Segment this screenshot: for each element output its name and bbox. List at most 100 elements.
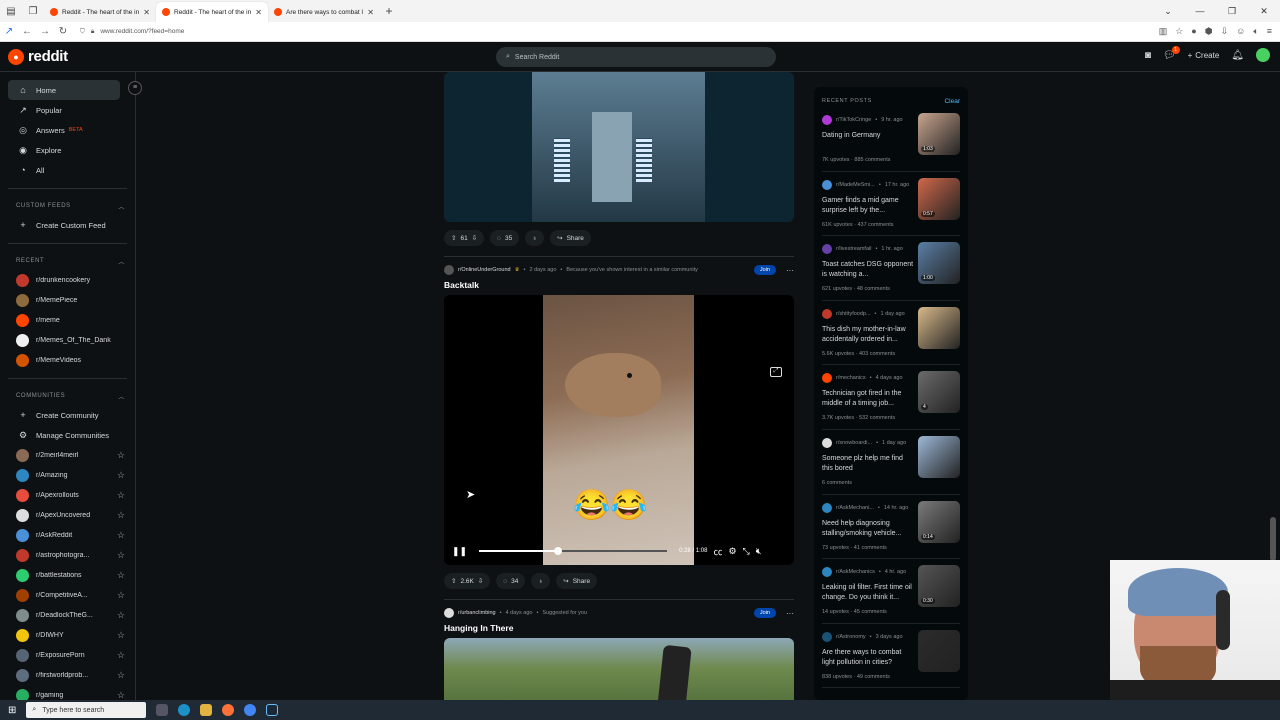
custom-feeds-header[interactable]: CUSTOM FEEDS ︿: [8, 197, 127, 215]
close-tab-icon[interactable]: ✕: [255, 8, 262, 17]
reddit-logo[interactable]: ● reddit: [8, 48, 68, 65]
upvote-icon[interactable]: ⇧: [451, 577, 456, 585]
favorite-star-icon[interactable]: ☆: [117, 650, 127, 661]
recent-post-thumbnail[interactable]: 0:14: [918, 500, 960, 543]
sidebar-item-answers[interactable]: ◎ Answers BETA: [8, 120, 127, 140]
community-item[interactable]: r/gaming ☆: [8, 685, 127, 700]
share-button[interactable]: ↪ Share: [550, 230, 591, 246]
reader-view-icon[interactable]: ▥: [1159, 26, 1168, 37]
share-button[interactable]: ↪ Share: [556, 573, 598, 589]
create-community-button[interactable]: + Create Community: [8, 405, 127, 425]
recent-post-thumbnail[interactable]: [918, 435, 960, 478]
favorite-star-icon[interactable]: ☆: [117, 530, 127, 541]
sidebar-toggle-icon[interactable]: ▤: [0, 0, 22, 22]
restore-button[interactable]: ❐: [1216, 6, 1248, 17]
recent-subreddit-item[interactable]: r/MemePiece: [8, 290, 127, 310]
recent-post-item[interactable]: r/snowboardi... • 1 day ago Someone plz hel…: [822, 430, 960, 495]
browser-tab[interactable]: Reddit - The heart of the intern✕: [44, 2, 156, 22]
sidebar-item-explore[interactable]: ◉ Explore: [8, 140, 127, 160]
fullscreen-icon[interactable]: ⤡: [743, 546, 750, 557]
extensions-icon[interactable]: ⬢: [1205, 26, 1213, 37]
steam-icon[interactable]: [266, 704, 279, 716]
community-item[interactable]: r/DIWHY ☆: [8, 625, 127, 645]
volume-icon[interactable]: 🔈︎: [1253, 26, 1258, 37]
recent-post-title[interactable]: Dating in Germany: [822, 131, 914, 151]
community-item[interactable]: r/AskReddit ☆: [8, 525, 127, 545]
sidebar-item-all[interactable]: ◔ All: [8, 160, 127, 180]
recent-post-item[interactable]: r/livestreamfail • 1 hr. ago Toast catches …: [822, 236, 960, 301]
more-options-icon[interactable]: ···: [786, 266, 794, 275]
subreddit-avatar[interactable]: [444, 608, 454, 618]
forward-button[interactable]: →: [36, 26, 54, 37]
favorite-star-icon[interactable]: ☆: [117, 590, 127, 601]
user-avatar[interactable]: [1256, 48, 1270, 62]
manage-communities-button[interactable]: ⚙ Manage Communities: [8, 425, 127, 445]
community-item[interactable]: r/astrophotogra... ☆: [8, 545, 127, 565]
close-tab-icon[interactable]: ✕: [143, 8, 150, 17]
recent-subreddit-item[interactable]: r/drunkencookery: [8, 270, 127, 290]
favorite-star-icon[interactable]: ☆: [117, 490, 127, 501]
favorite-star-icon[interactable]: ☆: [117, 450, 127, 461]
recent-post-item[interactable]: r/AskMechanics • 4 hr. ago Leaking oil filt…: [822, 559, 960, 624]
windows-start-icon[interactable]: ⊞: [8, 705, 16, 716]
favorite-star-icon[interactable]: ☆: [117, 630, 127, 641]
favorite-star-icon[interactable]: ☆: [117, 690, 127, 701]
bell-icon[interactable]: 🔔︎: [1231, 50, 1244, 61]
clear-button[interactable]: Clear: [944, 98, 960, 105]
recent-post-thumbnail[interactable]: [918, 306, 960, 349]
community-item[interactable]: r/ExposurePorn ☆: [8, 645, 127, 665]
more-options-icon[interactable]: ···: [786, 609, 794, 618]
favorite-star-icon[interactable]: ☆: [117, 550, 127, 561]
video-seek-bar[interactable]: [479, 547, 668, 555]
new-tab-button[interactable]: +: [380, 4, 398, 18]
post-title[interactable]: Backtalk: [444, 280, 794, 290]
recent-header[interactable]: RECENT ︿: [8, 252, 127, 270]
join-button[interactable]: Join: [753, 608, 776, 618]
recent-post-title[interactable]: Gamer finds a mid game surprise left by …: [822, 196, 914, 216]
join-button[interactable]: Join: [753, 265, 776, 275]
close-window-button[interactable]: ✕: [1248, 6, 1280, 17]
browser-tab[interactable]: Reddit - The heart of the intern✕: [156, 2, 268, 22]
settings-gear-icon[interactable]: ⚙: [728, 546, 736, 557]
recent-subreddit-item[interactable]: r/Memes_Of_The_Dank: [8, 330, 127, 350]
comments-button[interactable]: ◌ 34: [496, 573, 526, 589]
picture-in-picture-icon[interactable]: ⤢: [770, 367, 782, 377]
sidebar-item-popular[interactable]: ↗ Popular: [8, 100, 127, 120]
recent-post-item[interactable]: r/MadeMeSmi... • 17 hr. ago Gamer finds a m…: [822, 172, 960, 237]
recent-post-title[interactable]: Someone plz help me find this bored: [822, 454, 914, 474]
community-item[interactable]: r/CompetitiveA... ☆: [8, 585, 127, 605]
recent-post-title[interactable]: Leaking oil filter. First time oil chang…: [822, 583, 914, 603]
comments-button[interactable]: ◌ 35: [490, 230, 520, 246]
post-title[interactable]: Hanging In There: [444, 623, 794, 633]
edge-icon[interactable]: [178, 704, 191, 716]
post-media-image[interactable]: [444, 638, 794, 700]
recent-post-title[interactable]: Toast catches DSG opponent is watching a…: [822, 260, 914, 280]
favorite-star-icon[interactable]: ☆: [117, 610, 127, 621]
community-item[interactable]: r/2meirl4meirl ☆: [8, 445, 127, 465]
recent-post-item[interactable]: r/TikTokCringe • 9 hr. ago Dating in German…: [822, 107, 960, 172]
recent-post-item[interactable]: r/shittyfoodp... • 1 day ago This dish my m…: [822, 301, 960, 366]
advertise-icon[interactable]: ◙: [1145, 50, 1151, 61]
sidebar-item-home[interactable]: ⌂ Home: [8, 80, 120, 100]
community-item[interactable]: r/battlestations ☆: [8, 565, 127, 585]
community-item[interactable]: r/ApexUncovered ☆: [8, 505, 127, 525]
create-post-button[interactable]: + Create: [1188, 51, 1220, 60]
video-player[interactable]: 😂😂 ⤢ ❚❚ 0:28 / 1:08 ㏄ ⚙ ⤡ 🔇︎: [444, 295, 794, 565]
menu-icon[interactable]: ≡: [1267, 26, 1272, 37]
post-media-image[interactable]: [444, 72, 794, 222]
recent-subreddit-item[interactable]: r/meme: [8, 310, 127, 330]
community-item[interactable]: r/Amazing ☆: [8, 465, 127, 485]
browser-tab[interactable]: Are there ways to combat light ✕: [268, 2, 380, 22]
adblock-icon[interactable]: ●: [1191, 26, 1196, 37]
page-scrollbar[interactable]: [1270, 517, 1276, 561]
recent-post-item[interactable]: r/mechanics • 4 days ago Technician got fir…: [822, 365, 960, 430]
favorite-star-icon[interactable]: ☆: [117, 570, 127, 581]
new-tab-page-icon[interactable]: ↗: [0, 26, 18, 37]
tab-list-icon[interactable]: ⌄: [1152, 6, 1184, 17]
communities-header[interactable]: COMMUNITIES ︿: [8, 387, 127, 405]
recent-post-item[interactable]: r/AskMechani... • 14 hr. ago Need help diag…: [822, 495, 960, 560]
chrome-icon[interactable]: [244, 704, 257, 716]
downvote-icon[interactable]: ⇩: [472, 234, 477, 242]
award-button[interactable]: ♁: [525, 230, 545, 246]
subreddit-link[interactable]: r/OnlineUnderGround: [458, 267, 511, 273]
